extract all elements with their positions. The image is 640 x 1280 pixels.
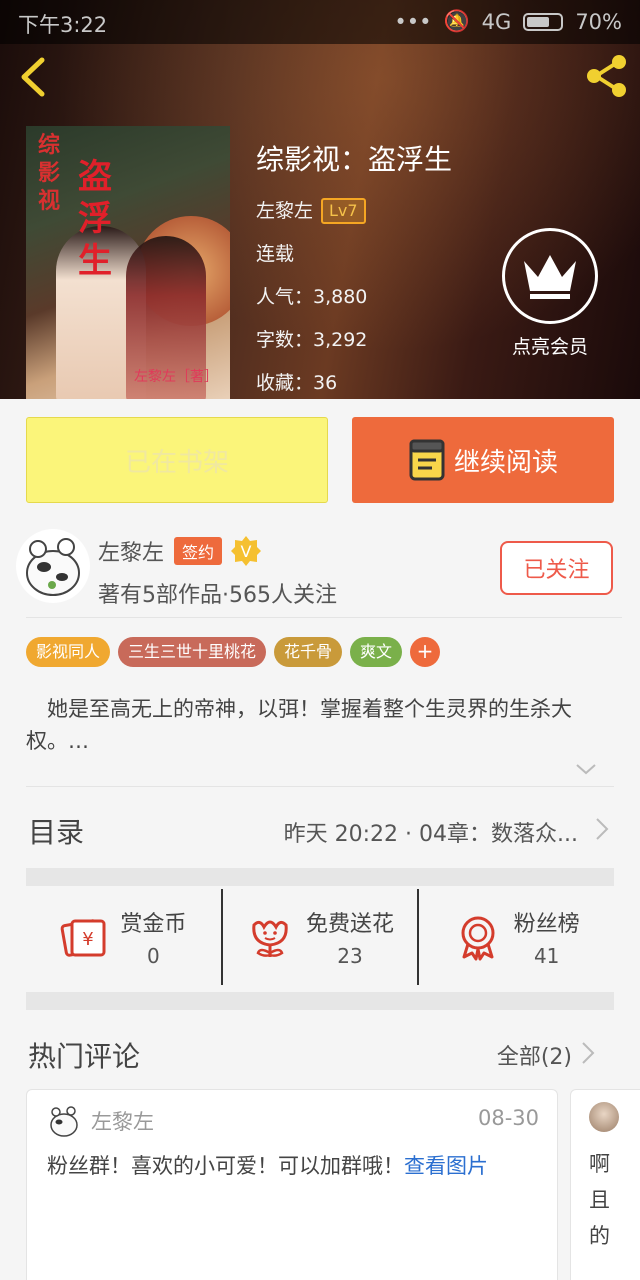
toc-latest-chapter: 昨天 20:22 · 04章：数落众... xyxy=(283,822,578,847)
book-favorites: 收藏：36 xyxy=(256,372,338,394)
comment-date: 08-30 xyxy=(477,1106,539,1130)
svg-text:V: V xyxy=(241,542,252,561)
chevron-right-icon xyxy=(596,818,609,840)
fan-rank-medal-icon xyxy=(461,916,495,961)
back-arrow-icon[interactable] xyxy=(14,52,54,102)
commenter-name: 左黎左 xyxy=(91,1110,154,1134)
tag-item[interactable]: 爽文 xyxy=(350,637,403,667)
network-label: 4G xyxy=(481,9,512,34)
comment-card[interactable]: 左黎左 08-30 粉丝群！喜欢的小可爱！可以加群哦！查看图片 xyxy=(26,1089,558,1280)
stat-flower[interactable]: 免费送花 23 xyxy=(220,889,418,985)
followed-button[interactable]: 已关注 xyxy=(500,541,613,595)
comment-text: 啊且的 xyxy=(589,1152,610,1248)
status-time: 下午3:22 xyxy=(18,13,108,37)
in-shelf-button[interactable]: 已在书架 xyxy=(26,417,328,503)
hot-comments-title: 热门评论 xyxy=(28,1040,141,1073)
verified-v-icon: V xyxy=(231,536,262,566)
author-name-row: 左黎左 签约 V xyxy=(98,535,262,567)
book-popularity: 人气：3,880 xyxy=(256,286,368,308)
cover-title-small: 综影视 xyxy=(38,133,61,214)
battery-icon xyxy=(523,12,564,31)
stat-value: 41 xyxy=(533,944,560,968)
svg-text:¥: ¥ xyxy=(83,929,94,950)
toc-label: 目录 xyxy=(28,816,85,849)
more-dots-icon: ••• xyxy=(394,9,432,34)
cover-title-big: 盗浮生 xyxy=(78,157,112,281)
view-image-link[interactable]: 查看图片 xyxy=(404,1154,488,1178)
reward-envelope-icon: ¥ xyxy=(60,919,106,957)
signed-badge: 签约 xyxy=(174,537,223,565)
status-bar: 下午3:22 ••• 🔕 4G 70% xyxy=(0,0,640,44)
status-icons: ••• 🔕 4G 70% xyxy=(394,9,622,34)
book-word-count: 字数：3,292 xyxy=(256,329,368,351)
flower-icon xyxy=(252,920,288,957)
comment-body: 粉丝群！喜欢的小可爱！可以加群哦！ xyxy=(47,1154,404,1178)
vip-button[interactable]: 点亮会员 xyxy=(500,228,600,359)
level-badge: Lv7 xyxy=(321,198,366,224)
stat-value: 23 xyxy=(337,944,363,968)
table-of-contents-row[interactable]: 目录 昨天 20:22 · 04章：数落众... xyxy=(0,787,640,871)
vip-label: 点亮会员 xyxy=(511,336,588,358)
book-author-row: 左黎左 Lv7 xyxy=(256,196,452,239)
book-info: 综影视：盗浮生 左黎左 Lv7 连载 人气：3,880 字数：3,292 收藏：… xyxy=(256,138,452,399)
cover-author: 左黎左［著］ xyxy=(134,369,218,385)
tag-item[interactable]: 影视同人 xyxy=(26,637,111,667)
mute-icon: 🔕 xyxy=(443,9,470,33)
section-gap xyxy=(26,992,614,1010)
stat-fans[interactable]: 粉丝榜 41 xyxy=(417,889,614,985)
more-tags-button[interactable]: + xyxy=(410,637,441,667)
commenter-avatar[interactable] xyxy=(45,1102,83,1140)
author-name[interactable]: 左黎左 xyxy=(98,535,164,567)
stat-value: 0 xyxy=(146,944,160,968)
section-gap xyxy=(26,868,614,886)
book-author[interactable]: 左黎左 xyxy=(256,196,313,226)
tag-item[interactable]: 花千骨 xyxy=(274,637,343,667)
continue-reading-label: 继续阅读 xyxy=(453,447,558,478)
book-status: 连载 xyxy=(256,243,295,265)
stat-reward[interactable]: ¥ 赏金币 0 xyxy=(26,889,221,985)
chevron-down-icon[interactable] xyxy=(574,759,598,779)
all-comments-link[interactable]: 全部(2) xyxy=(497,1039,572,1071)
author-avatar[interactable] xyxy=(16,529,90,603)
chevron-right-icon[interactable] xyxy=(580,1039,596,1067)
book-title: 综影视：盗浮生 xyxy=(256,143,453,176)
continue-reading-button[interactable]: 继续阅读 xyxy=(352,417,614,503)
tag-list: 影视同人 三生三世十里桃花 花千骨 爽文 + xyxy=(26,637,441,667)
battery-percent: 70% xyxy=(575,9,622,34)
stat-label: 赏金币 xyxy=(120,912,187,937)
author-section: 左黎左 签约 V 著有5部作品·565人关注 已关注 xyxy=(0,529,640,619)
book-description[interactable]: 她是至高无上的帝神，以弭！掌握着整个生灵界的生杀大权。… xyxy=(26,693,614,757)
share-icon[interactable] xyxy=(582,52,630,100)
stat-label: 粉丝榜 xyxy=(513,912,580,937)
commenter-avatar[interactable] xyxy=(589,1102,619,1132)
tag-item[interactable]: 三生三世十里桃花 xyxy=(118,637,267,667)
book-icon xyxy=(409,439,445,481)
crown-icon xyxy=(502,228,598,324)
book-header: 下午3:22 ••• 🔕 4G 70% 综影视 盗浮生 左黎左［著］ 综影视：盗… xyxy=(0,0,640,399)
stat-label: 免费送花 xyxy=(306,912,395,937)
stats-row: ¥ 赏金币 0 免费送花 23 粉丝榜 41 xyxy=(26,889,614,985)
book-detail-content: 已在书架 继续阅读 左黎左 签约 V 著有5部作品·565人关注 已关注 影视同… xyxy=(0,399,640,1280)
comment-card[interactable]: 啊且的 xyxy=(570,1089,640,1280)
divider xyxy=(26,617,622,618)
author-meta: 著有5部作品·565人关注 xyxy=(98,583,337,608)
book-cover[interactable]: 综影视 盗浮生 左黎左［著］ xyxy=(26,126,230,399)
comment-text: 粉丝群！喜欢的小可爱！可以加群哦！查看图片 xyxy=(47,1148,543,1184)
